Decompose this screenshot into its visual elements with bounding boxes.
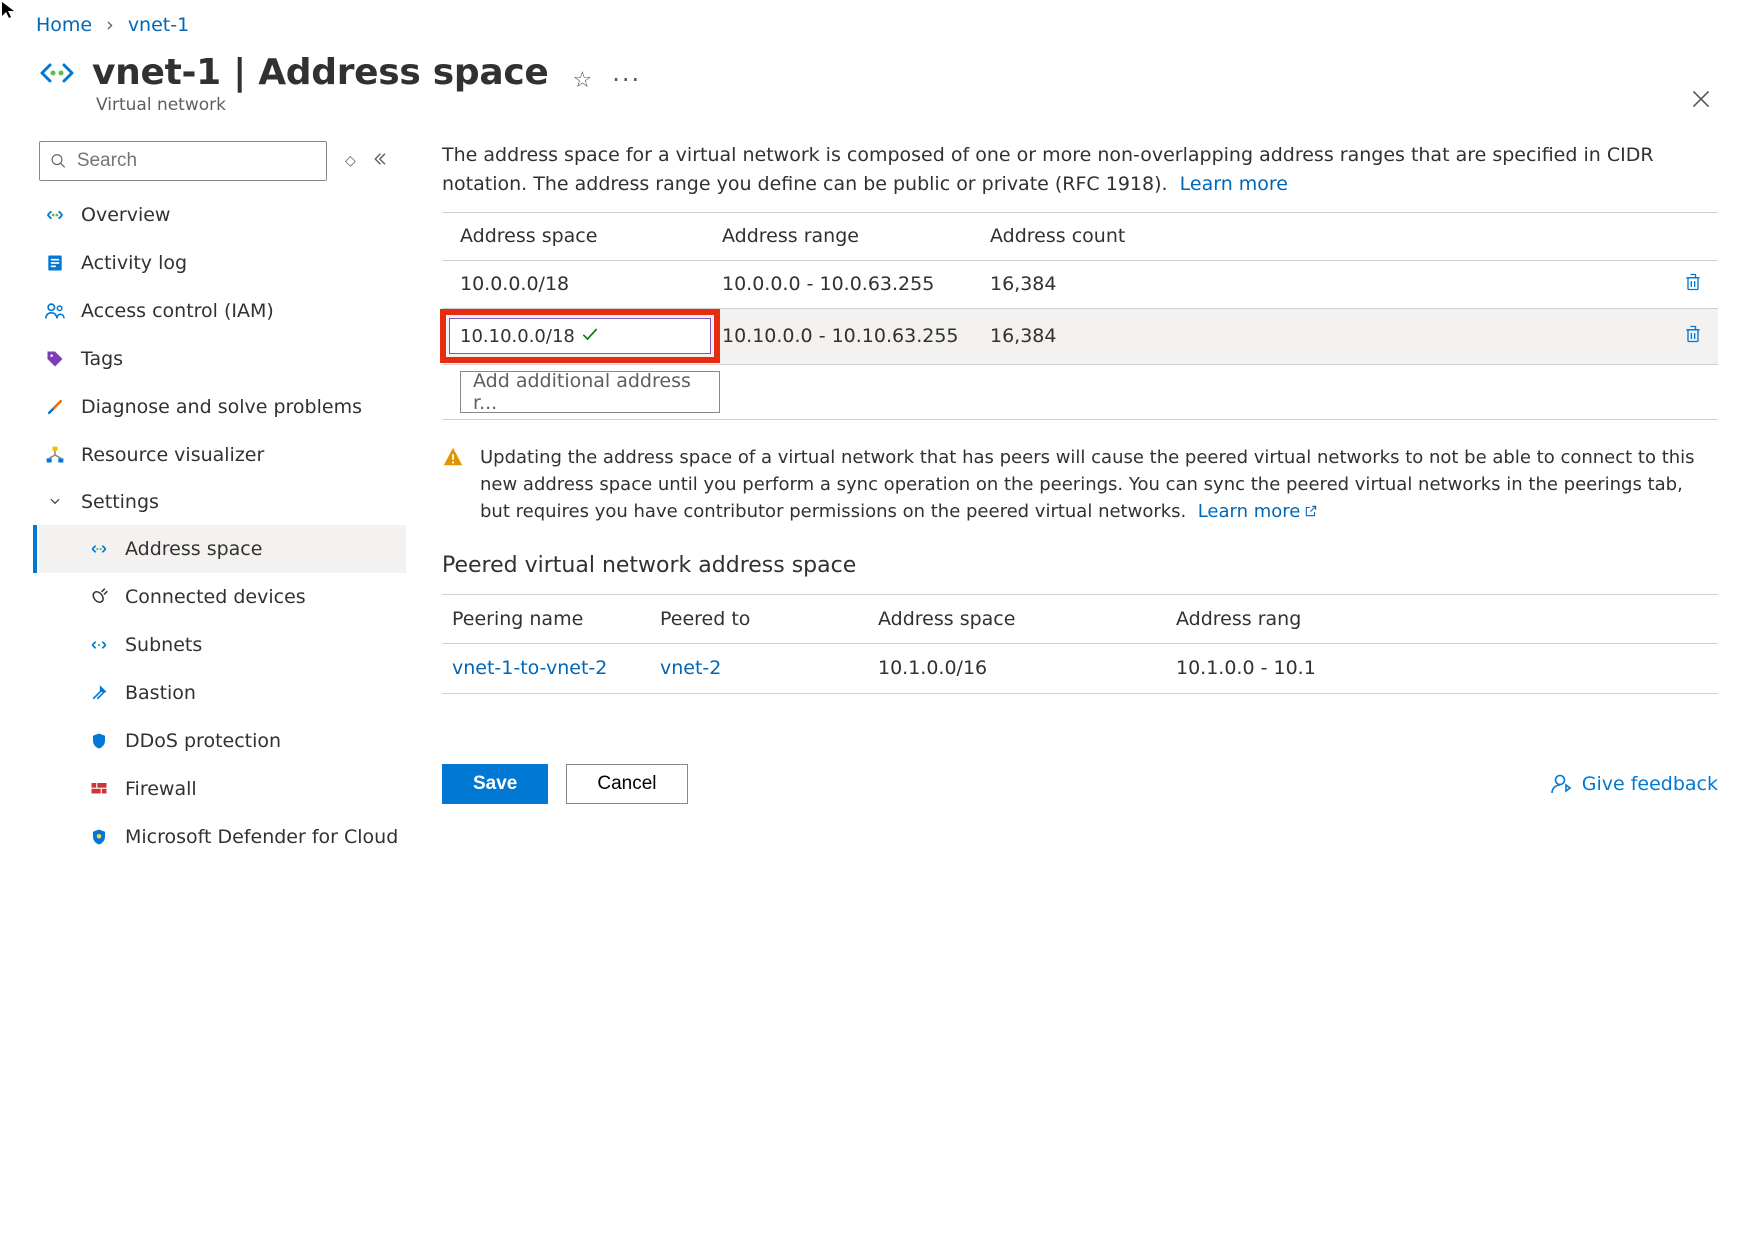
- nav-label: Subnets: [125, 634, 202, 656]
- add-address-space-input[interactable]: Add additional address r...: [460, 371, 720, 413]
- nav-activity-log[interactable]: Activity log: [39, 239, 406, 287]
- nav-label: DDoS protection: [125, 730, 281, 752]
- diagram-icon: [43, 443, 67, 467]
- cancel-button[interactable]: Cancel: [566, 764, 687, 804]
- vnet-icon: [36, 52, 78, 98]
- firewall-icon: [87, 777, 111, 801]
- address-space-row: 10.0.0.0/18 10.0.0.0 - 10.0.63.255 16,38…: [442, 261, 1718, 309]
- nav-diagnose[interactable]: Diagnose and solve problems: [39, 383, 406, 431]
- cell-count: 16,384: [990, 325, 1668, 347]
- nav-label: Resource visualizer: [81, 444, 264, 466]
- highlight-box: 10.10.0.0/18: [440, 309, 720, 363]
- peering-name-link[interactable]: vnet-1-to-vnet-2: [452, 657, 607, 679]
- cell-range: 10.0.0.0 - 10.0.63.255: [722, 273, 990, 295]
- description-text: The address space for a virtual network …: [442, 141, 1718, 200]
- cell-space: 10.1.0.0/16: [878, 657, 1176, 679]
- delete-icon[interactable]: [1683, 327, 1703, 349]
- vnet-small-icon: [43, 203, 67, 227]
- col-header-peering-name: Peering name: [442, 608, 660, 630]
- cell-space[interactable]: 10.0.0.0/18: [442, 273, 722, 295]
- page-title: vnet-1 | Address space: [92, 52, 549, 93]
- plug-icon: [87, 585, 111, 609]
- peered-table-header: Peering name Peered to Address space Add…: [442, 594, 1718, 644]
- more-actions-icon[interactable]: ···: [612, 66, 641, 94]
- address-space-row: 10.10.0.0/18 10.10.0.0 - 10.10.63.255 16…: [442, 309, 1718, 365]
- nav-label: Tags: [81, 348, 123, 370]
- warning-banner: Updating the address space of a virtual …: [442, 444, 1718, 525]
- nav-settings-expander[interactable]: Settings: [39, 479, 406, 525]
- chevron-down-icon: [43, 491, 67, 513]
- vnet-small-icon: [87, 633, 111, 657]
- checkmark-icon: [580, 324, 700, 349]
- address-space-table: Address space Address range Address coun…: [442, 212, 1718, 420]
- breadcrumb-current[interactable]: vnet-1: [128, 14, 189, 36]
- page-subtitle: Virtual network: [96, 95, 549, 115]
- delete-icon[interactable]: [1683, 275, 1703, 297]
- nav-label: Bastion: [125, 682, 196, 704]
- tag-icon: [43, 347, 67, 371]
- feedback-icon: [1548, 772, 1572, 796]
- nav-address-space[interactable]: Address space: [39, 525, 406, 573]
- log-icon: [43, 251, 67, 275]
- warning-icon: [442, 444, 464, 525]
- nav-defender[interactable]: Microsoft Defender for Cloud: [39, 813, 406, 861]
- col-header-count: Address count: [990, 225, 1668, 247]
- col-header-space: Address space: [878, 608, 1176, 630]
- nav-label: Activity log: [81, 252, 187, 274]
- chevron-right-icon: ›: [106, 14, 114, 36]
- search-input[interactable]: [39, 141, 327, 181]
- nav-tags[interactable]: Tags: [39, 335, 406, 383]
- collapse-sidebar-icon[interactable]: [370, 150, 388, 173]
- nav-overview[interactable]: Overview: [39, 191, 406, 239]
- nav-ddos[interactable]: DDoS protection: [39, 717, 406, 765]
- external-link-icon: [1300, 501, 1318, 522]
- breadcrumb-home[interactable]: Home: [36, 14, 92, 36]
- col-header-peered-to: Peered to: [660, 608, 878, 630]
- shield-icon: [87, 729, 111, 753]
- tools-icon: [43, 395, 67, 419]
- favorite-star-icon[interactable]: ☆: [573, 68, 593, 93]
- nav-label: Settings: [81, 491, 159, 513]
- nav-firewall[interactable]: Firewall: [39, 765, 406, 813]
- shield-icon: [87, 825, 111, 849]
- peered-title: Peered virtual network address space: [442, 553, 1718, 578]
- nav-access-control[interactable]: Access control (IAM): [39, 287, 406, 335]
- nav-connected-devices[interactable]: Connected devices: [39, 573, 406, 621]
- address-space-input[interactable]: 10.10.0.0/18: [449, 318, 711, 354]
- nav-label: Overview: [81, 204, 170, 226]
- peered-row: vnet-1-to-vnet-2 vnet-2 10.1.0.0/16 10.1…: [442, 644, 1718, 694]
- search-icon: [50, 152, 67, 170]
- people-icon: [43, 299, 67, 323]
- give-feedback-link[interactable]: Give feedback: [1548, 772, 1718, 796]
- vnet-small-icon: [87, 537, 111, 561]
- cell-count: 16,384: [990, 273, 1668, 295]
- col-header-range: Address rang: [1176, 608, 1718, 630]
- nav-label: Access control (IAM): [81, 300, 274, 322]
- nav-label: Diagnose and solve problems: [81, 396, 362, 418]
- nav-label: Firewall: [125, 778, 197, 800]
- col-header-space: Address space: [442, 225, 722, 247]
- learn-more-link[interactable]: Learn more: [1198, 501, 1319, 522]
- nav-label: Address space: [125, 538, 262, 560]
- col-header-range: Address range: [722, 225, 990, 247]
- learn-more-link[interactable]: Learn more: [1180, 173, 1288, 195]
- peered-to-link[interactable]: vnet-2: [660, 657, 721, 679]
- breadcrumb: Home › vnet-1: [36, 14, 1718, 36]
- save-button[interactable]: Save: [442, 764, 548, 804]
- cell-range: 10.10.0.0 - 10.10.63.255: [722, 325, 990, 347]
- close-icon[interactable]: [1688, 86, 1714, 116]
- nav-subnets[interactable]: Subnets: [39, 621, 406, 669]
- cell-range: 10.1.0.0 - 10.1: [1176, 657, 1718, 679]
- bastion-icon: [87, 681, 111, 705]
- nav-label: Microsoft Defender for Cloud: [125, 826, 398, 848]
- nav-resource-visualizer[interactable]: Resource visualizer: [39, 431, 406, 479]
- nav-label: Connected devices: [125, 586, 306, 608]
- nav-bastion[interactable]: Bastion: [39, 669, 406, 717]
- sort-icon[interactable]: ◇: [345, 153, 352, 169]
